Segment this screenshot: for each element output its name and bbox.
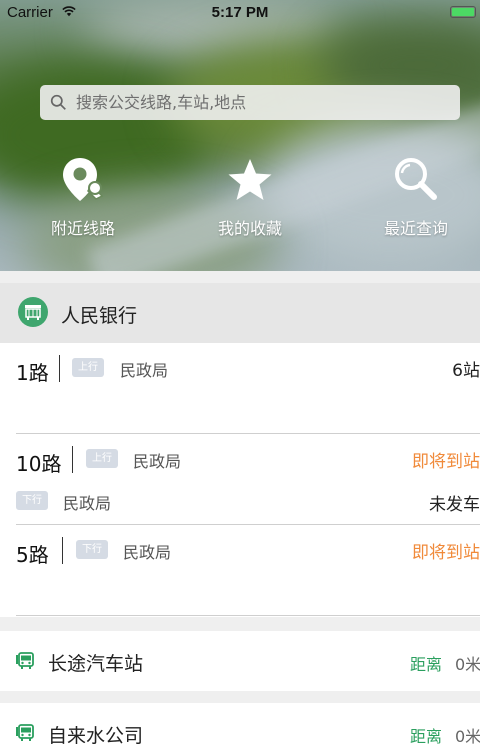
route-stop: 民政局 [63,494,112,513]
route-stop: 民政局 [123,543,172,562]
direction-tag: 上行 [72,358,104,377]
status-bar: Carrier 5:17 PM [0,0,480,26]
nearby-station-row[interactable]: 长途汽车站 距离 0米 [0,631,480,691]
bus-icon [16,724,34,741]
route-number: 10路 [16,452,62,476]
distance-label: 距离 [410,727,443,745]
nearby-routes-label: 附近线路 [50,219,115,238]
bus-stop-icon [18,297,48,327]
search-icon [50,94,66,110]
distance-label: 距离 [410,655,443,674]
distance-value: 0米 [455,655,480,674]
direction-tag: 下行 [16,491,48,510]
search-bar[interactable] [40,85,460,120]
route-row[interactable]: 10路 上行 民政局 即将到站 下行 民政局 未发车 [0,434,480,525]
battery-icon [450,6,476,18]
route-status: 即将到站 [412,543,480,563]
nearby-routes-button[interactable]: 附近线路 [18,155,148,239]
route-list: 1路 上行 民政局 6站 10路 上行 民政局 即将到站 下行 民政局 未发车 … [0,343,480,617]
route-number: 1路 [16,361,49,385]
route-status: 即将到站 [412,452,480,472]
route-row[interactable]: 1路 上行 民政局 6站 [0,343,480,434]
nearby-station-row[interactable]: 自来水公司 距离 0米 [0,703,480,745]
location-pin-icon [63,158,104,201]
route-stop: 民政局 [133,452,182,471]
nearby-station-name: 自来水公司 [48,725,144,745]
search-input[interactable] [76,85,446,120]
recent-search-label: 最近查询 [383,219,448,238]
route-status: 未发车 [429,495,480,515]
header-banner: Carrier 5:17 PM 附近线路 我的收藏 [0,0,480,271]
station-header[interactable]: 人民银行 [0,283,480,343]
star-icon [228,159,272,200]
magnifier-icon [395,158,437,200]
favorites-label: 我的收藏 [217,219,282,238]
distance-value: 0米 [455,727,480,745]
route-status: 6站 [452,361,480,381]
favorites-button[interactable]: 我的收藏 [185,155,315,239]
direction-tag: 下行 [76,540,108,559]
clock: 5:17 PM [211,4,269,21]
route-stop: 民政局 [120,361,169,380]
direction-tag: 上行 [86,449,118,468]
bus-icon [16,652,34,669]
route-number: 5路 [16,543,49,567]
nearby-station-name: 长途汽车站 [48,653,144,675]
station-name: 人民银行 [61,305,138,327]
route-row[interactable]: 5路 下行 民政局 即将到站 [0,525,480,616]
recent-search-button[interactable]: 最近查询 [351,155,480,239]
